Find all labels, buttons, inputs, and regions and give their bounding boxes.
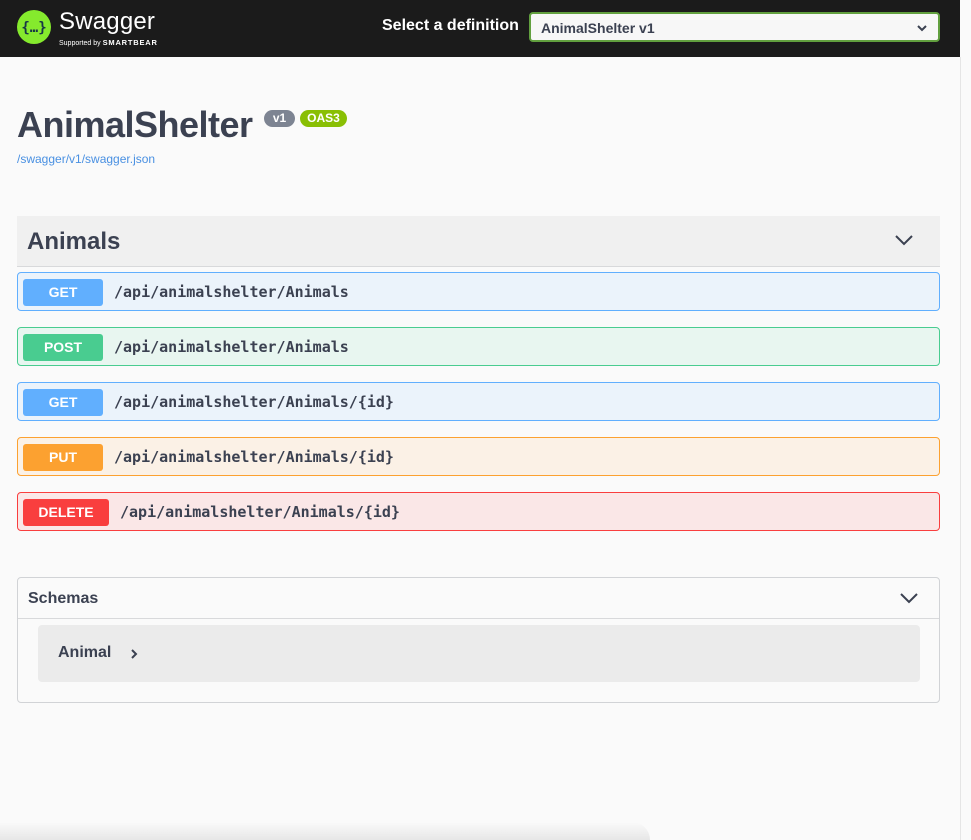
logo-name: Swagger — [59, 8, 156, 35]
chevron-down-icon[interactable] — [899, 591, 919, 609]
method-badge-get: GET — [23, 389, 103, 416]
oas-badge: OAS3 — [300, 110, 347, 127]
method-badge-delete: DELETE — [23, 499, 109, 526]
schemas-title: Schemas — [28, 590, 99, 607]
version-badge: v1 — [264, 110, 295, 127]
bottom-shadow — [0, 822, 650, 840]
schemas-section: Schemas Animal — [17, 577, 940, 703]
logo-supported-by: Supported by SMARTBEAR — [59, 38, 158, 47]
supported-by-text: Supported by — [59, 40, 101, 47]
company-name: SMARTBEAR — [102, 38, 158, 47]
spec-url-link[interactable]: /swagger/v1/swagger.json — [17, 152, 155, 166]
tag-header-animals[interactable]: Animals — [17, 216, 940, 267]
chevron-down-icon[interactable] — [894, 233, 914, 251]
operation-post-animals[interactable]: POST /api/animalshelter/Animals — [17, 327, 940, 366]
operation-get-animals[interactable]: GET /api/animalshelter/Animals — [17, 272, 940, 311]
operation-path: /api/animalshelter/Animals/{id} — [114, 393, 394, 411]
definition-select-value: AnimalShelter v1 — [541, 20, 655, 36]
operation-delete-animal-by-id[interactable]: DELETE /api/animalshelter/Animals/{id} — [17, 492, 940, 531]
model-animal[interactable]: Animal — [38, 625, 920, 682]
svg-text:{…}: {…} — [21, 20, 46, 36]
method-badge-get: GET — [23, 279, 103, 306]
operation-path: /api/animalshelter/Animals/{id} — [120, 503, 400, 521]
page-title: AnimalShelter — [17, 104, 253, 145]
model-name: Animal — [58, 644, 112, 661]
swagger-logo[interactable]: {…} Swagger Supported by SMARTBEAR — [17, 8, 177, 48]
swagger-logo-icon: {…} — [17, 10, 51, 44]
definition-label: Select a definition — [382, 17, 519, 34]
tag-title: Animals — [27, 228, 121, 255]
operation-path: /api/animalshelter/Animals — [114, 283, 349, 301]
scrollbar-track — [960, 57, 961, 840]
chevron-down-icon — [916, 21, 928, 39]
method-badge-put: PUT — [23, 444, 103, 471]
topbar: {…} Swagger Supported by SMARTBEAR Selec… — [0, 0, 960, 57]
operation-path: /api/animalshelter/Animals/{id} — [114, 448, 394, 466]
operation-put-animal-by-id[interactable]: PUT /api/animalshelter/Animals/{id} — [17, 437, 940, 476]
operation-path: /api/animalshelter/Animals — [114, 338, 349, 356]
chevron-right-icon[interactable] — [130, 647, 138, 665]
definition-select[interactable]: AnimalShelter v1 — [529, 12, 940, 42]
operation-get-animal-by-id[interactable]: GET /api/animalshelter/Animals/{id} — [17, 382, 940, 421]
schemas-header[interactable]: Schemas — [18, 578, 939, 619]
method-badge-post: POST — [23, 334, 103, 361]
